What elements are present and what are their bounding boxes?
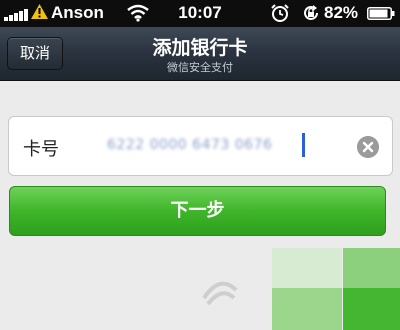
alarm-icon — [271, 4, 289, 22]
page-subtitle: 微信安全支付 — [167, 61, 233, 74]
next-step-button[interactable]: 下一步 — [9, 186, 386, 236]
watermark-logo — [202, 281, 238, 306]
watermark-block — [343, 248, 400, 288]
nav-bar: 取消 添加银行卡 微信安全支付 — [0, 27, 400, 81]
text-caret — [302, 133, 305, 157]
battery-icon — [367, 7, 395, 20]
page-title: 添加银行卡 — [152, 37, 248, 59]
clear-icon[interactable] — [357, 136, 379, 158]
card-number-field[interactable]: 卡号 6222 0000 6473 0676 — [8, 116, 393, 176]
watermark-block — [272, 248, 342, 288]
watermark-block — [272, 288, 342, 330]
watermark-block — [343, 288, 400, 330]
rotation-lock-icon — [304, 5, 318, 20]
status-bar: Anson 10:07 82% — [0, 0, 400, 27]
card-number-label: 卡号 — [23, 139, 59, 160]
battery-percent: 82% — [324, 3, 359, 22]
card-number-input[interactable]: 6222 0000 6473 0676 — [107, 137, 272, 153]
